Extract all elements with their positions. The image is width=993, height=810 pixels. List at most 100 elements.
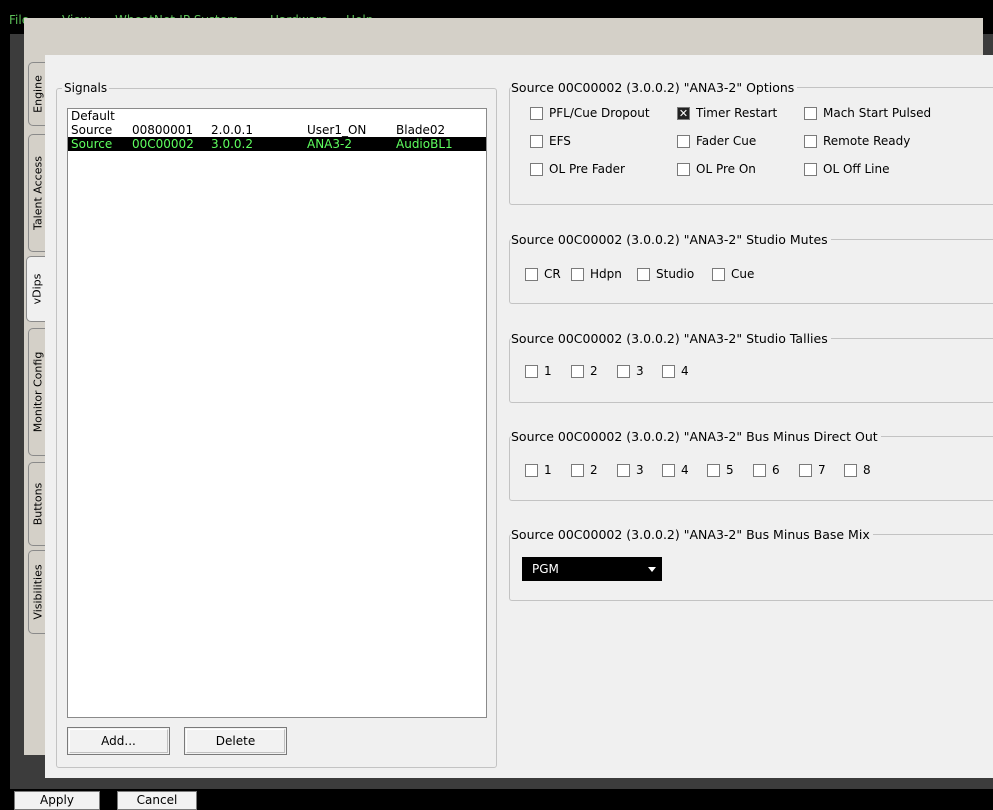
direct-out-panel: Source 00C00002 (3.0.0.2) "ANA3-2" Bus M…: [509, 429, 993, 501]
mute-cr-checkbox[interactable]: CR: [525, 267, 561, 281]
tab-engine[interactable]: Engine: [28, 62, 46, 126]
direct-out-6-checkbox[interactable]: 6: [753, 463, 780, 477]
efs-checkbox[interactable]: EFS: [530, 134, 571, 148]
ol-pre-fader-checkbox[interactable]: OL Pre Fader: [530, 162, 625, 176]
tally-3-label: 3: [636, 364, 644, 378]
checkbox-box[interactable]: [753, 463, 766, 477]
direct-out-7-label: 7: [818, 463, 826, 477]
checkbox-box[interactable]: [530, 162, 543, 176]
timer-restart-label: Timer Restart: [696, 106, 778, 120]
direct-out-3-label: 3: [636, 463, 644, 477]
checkbox-box[interactable]: [677, 162, 690, 176]
mach-start-pulsed-label: Mach Start Pulsed: [823, 106, 932, 120]
signal-id: 00C00002: [132, 137, 194, 151]
signal-row[interactable]: Default: [68, 109, 486, 123]
ol-pre-on-label: OL Pre On: [696, 162, 756, 176]
mute-hdpn-label: Hdpn: [590, 267, 622, 281]
direct-out-4-checkbox[interactable]: 4: [662, 463, 689, 477]
direct-out-7-checkbox[interactable]: 7: [799, 463, 826, 477]
tally-1-checkbox[interactable]: 1: [525, 364, 552, 378]
efs-label: EFS: [549, 134, 571, 148]
direct-out-4-label: 4: [681, 463, 689, 477]
timer-restart-checkbox[interactable]: ✕ Timer Restart: [677, 106, 777, 120]
tally-3-checkbox[interactable]: 3: [617, 364, 644, 378]
fader-cue-checkbox[interactable]: Fader Cue: [677, 134, 756, 148]
checkbox-box-checked[interactable]: ✕: [677, 106, 690, 120]
direct-out-8-checkbox[interactable]: 8: [844, 463, 871, 477]
checkbox-box[interactable]: [662, 364, 675, 378]
checkbox-box[interactable]: [637, 267, 650, 281]
checkbox-box[interactable]: [571, 267, 584, 281]
checkbox-box[interactable]: [844, 463, 857, 477]
signal-row-selected[interactable]: Source 00C00002 3.0.0.2 ANA3-2 AudioBL1: [68, 137, 486, 151]
mute-cue-label: Cue: [731, 267, 755, 281]
tab-vdips[interactable]: vDips: [26, 256, 47, 322]
cancel-button[interactable]: Cancel: [117, 791, 197, 810]
base-mix-select[interactable]: PGM: [522, 557, 662, 581]
tab-engine-label: Engine: [31, 75, 44, 113]
ol-off-line-checkbox[interactable]: OL Off Line: [804, 162, 889, 176]
direct-out-6-label: 6: [772, 463, 780, 477]
tab-buttons[interactable]: Buttons: [28, 462, 46, 546]
ol-pre-on-checkbox[interactable]: OL Pre On: [677, 162, 756, 176]
direct-out-1-checkbox[interactable]: 1: [525, 463, 552, 477]
pfl-cue-dropout-checkbox[interactable]: PFL/Cue Dropout: [530, 106, 650, 120]
checkbox-box[interactable]: [804, 106, 817, 120]
signal-name: ANA3-2: [307, 137, 352, 151]
remote-ready-checkbox[interactable]: Remote Ready: [804, 134, 910, 148]
direct-out-title: Source 00C00002 (3.0.0.2) "ANA3-2" Bus M…: [511, 429, 881, 444]
mach-start-pulsed-checkbox[interactable]: Mach Start Pulsed: [804, 106, 931, 120]
tab-monitor-config-label: Monitor Config: [31, 351, 44, 433]
signals-list[interactable]: Default Source 00800001 2.0.0.1 User1_ON…: [67, 108, 487, 718]
direct-out-2-checkbox[interactable]: 2: [571, 463, 598, 477]
checkbox-box[interactable]: [617, 364, 630, 378]
checkbox-box[interactable]: [530, 106, 543, 120]
delete-signal-button[interactable]: Delete: [184, 727, 287, 755]
tally-2-label: 2: [590, 364, 598, 378]
checkbox-box[interactable]: [662, 463, 675, 477]
add-signal-button[interactable]: Add...: [67, 727, 170, 755]
signal-id: 00800001: [132, 123, 194, 137]
tally-2-checkbox[interactable]: 2: [571, 364, 598, 378]
checkbox-box[interactable]: [804, 162, 817, 176]
checkbox-box[interactable]: [804, 134, 817, 148]
mute-studio-checkbox[interactable]: Studio: [637, 267, 694, 281]
checkbox-box[interactable]: [525, 463, 538, 477]
base-mix-title: Source 00C00002 (3.0.0.2) "ANA3-2" Bus M…: [511, 527, 873, 542]
direct-out-5-checkbox[interactable]: 5: [707, 463, 734, 477]
base-mix-value: PGM: [532, 562, 559, 576]
checkbox-box[interactable]: [525, 364, 538, 378]
checkbox-box[interactable]: [707, 463, 720, 477]
checkbox-box[interactable]: [530, 134, 543, 148]
mute-cue-checkbox[interactable]: Cue: [712, 267, 754, 281]
checkbox-box[interactable]: [712, 267, 725, 281]
pfl-cue-dropout-label: PFL/Cue Dropout: [549, 106, 650, 120]
checkbox-box[interactable]: [677, 134, 690, 148]
tally-4-checkbox[interactable]: 4: [662, 364, 689, 378]
signal-device: Blade02: [396, 123, 446, 137]
direct-out-5-label: 5: [726, 463, 734, 477]
checkbox-box[interactable]: [571, 364, 584, 378]
direct-out-1-label: 1: [544, 463, 552, 477]
apply-button[interactable]: Apply: [14, 791, 100, 810]
checkbox-box[interactable]: [617, 463, 630, 477]
signal-row[interactable]: Source 00800001 2.0.0.1 User1_ON Blade02: [68, 123, 486, 137]
mute-hdpn-checkbox[interactable]: Hdpn: [571, 267, 622, 281]
studio-tallies-panel: Source 00C00002 (3.0.0.2) "ANA3-2" Studi…: [509, 331, 993, 403]
direct-out-2-label: 2: [590, 463, 598, 477]
checkbox-box[interactable]: [799, 463, 812, 477]
direct-out-3-checkbox[interactable]: 3: [617, 463, 644, 477]
checkbox-box[interactable]: [525, 267, 538, 281]
tab-monitor-config[interactable]: Monitor Config: [28, 328, 46, 456]
tab-visibilities[interactable]: Visibilities: [28, 550, 46, 634]
studio-tallies-title: Source 00C00002 (3.0.0.2) "ANA3-2" Studi…: [511, 331, 831, 346]
studio-mutes-title: Source 00C00002 (3.0.0.2) "ANA3-2" Studi…: [511, 232, 831, 247]
direct-out-8-label: 8: [863, 463, 871, 477]
checkbox-box[interactable]: [571, 463, 584, 477]
tab-talent-access[interactable]: Talent Access: [28, 134, 46, 252]
tab-buttons-label: Buttons: [31, 482, 44, 526]
fader-cue-label: Fader Cue: [696, 134, 757, 148]
mute-cr-label: CR: [544, 267, 561, 281]
mute-studio-label: Studio: [656, 267, 695, 281]
signals-title: Signals: [62, 81, 110, 95]
